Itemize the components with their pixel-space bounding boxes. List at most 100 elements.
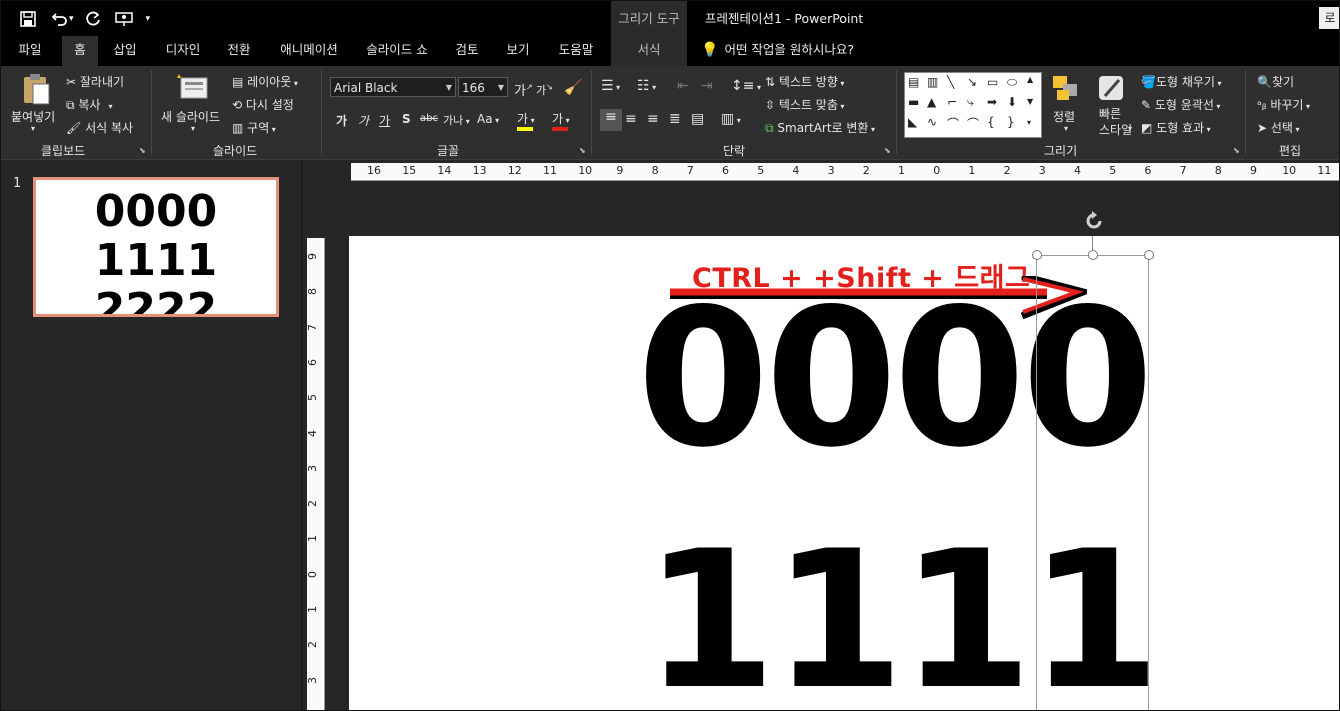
- distribute-icon[interactable]: ▤: [691, 111, 704, 127]
- right-brace-shape-icon[interactable]: }: [1007, 115, 1015, 129]
- tab-insert[interactable]: 삽입: [105, 36, 145, 66]
- font-name-combo[interactable]: Arial Black ▼: [330, 77, 456, 97]
- align-right-icon[interactable]: ≡: [647, 111, 659, 127]
- italic-button[interactable]: 가: [358, 112, 369, 129]
- shape-outline-button[interactable]: ✎ 도형 윤곽선 ▾: [1141, 96, 1220, 113]
- quick-styles-icon[interactable]: [1097, 72, 1127, 104]
- tab-home[interactable]: 홈: [62, 36, 98, 66]
- tab-transitions[interactable]: 전환: [219, 36, 259, 66]
- elbow-connector-shape-icon[interactable]: ⌐: [947, 95, 957, 109]
- paste-button[interactable]: 붙여넣기: [11, 108, 55, 125]
- customize-qat-icon[interactable]: ▾: [146, 14, 151, 24]
- shadow-button[interactable]: S: [402, 112, 411, 126]
- tab-review[interactable]: 검토: [447, 36, 487, 66]
- clear-format-icon[interactable]: 🧹: [564, 78, 583, 96]
- bullets-icon[interactable]: ☰ ▾: [601, 78, 620, 94]
- slide-canvas[interactable]: 0000 1111 CTRL + +Shift + 드래그: [349, 236, 1339, 710]
- justify-icon[interactable]: ≣: [669, 111, 681, 127]
- curve-shape-icon[interactable]: ⌒: [967, 115, 979, 132]
- elbow-arrow-shape-icon[interactable]: ⤷: [967, 95, 974, 110]
- shapes-gallery[interactable]: ▤ ▥ ╲ ↘ ▭ ⬭ ▬ ▲ ⌐ ⤷ ➡ ⬇ ◣ ∿ ⌒ ⌒ { } ▲ ▼ …: [904, 72, 1042, 138]
- arrange-icon[interactable]: [1051, 74, 1079, 102]
- signin-button[interactable]: 로: [1319, 7, 1339, 29]
- align-center-icon[interactable]: ≡: [625, 111, 637, 127]
- smartart-button[interactable]: ⧉ SmartArt로 변환 ▾: [765, 119, 875, 136]
- arrange-dropdown-icon[interactable]: ▾: [1064, 124, 1068, 133]
- slide-thumbnail[interactable]: 0000 1111 2222: [33, 177, 279, 317]
- vertical-textbox-shape-icon[interactable]: ▥: [927, 75, 938, 89]
- paste-dropdown-icon[interactable]: ▾: [31, 124, 35, 133]
- freeform-shape-icon[interactable]: ∿: [927, 115, 937, 129]
- font-size-combo[interactable]: 166 ▼: [458, 77, 508, 97]
- columns-icon[interactable]: ▥ ▾: [721, 111, 741, 127]
- line-shape-icon[interactable]: ╲: [947, 75, 954, 89]
- gallery-down-icon[interactable]: ▼: [1027, 97, 1033, 106]
- tab-slideshow[interactable]: 슬라이드 쇼: [357, 36, 437, 66]
- callout-shape-icon[interactable]: ◣: [908, 115, 917, 129]
- resize-handle[interactable]: [1088, 250, 1098, 260]
- arrange-button[interactable]: 정렬: [1053, 108, 1075, 125]
- tab-file[interactable]: 파일: [9, 36, 51, 66]
- tab-format[interactable]: 서식: [611, 36, 687, 66]
- select-button[interactable]: ➤ 선택 ▾: [1257, 119, 1300, 136]
- decrease-indent-icon[interactable]: ⇤: [677, 78, 689, 94]
- vertical-ruler[interactable]: 9 8 7 6 5 4 3 2 1 0 1 2 3: [306, 238, 325, 710]
- rounded-rect-shape-icon[interactable]: ▬: [908, 95, 919, 109]
- reset-button[interactable]: ⟲ 다시 설정: [232, 96, 294, 113]
- triangle-shape-icon[interactable]: ▲: [927, 95, 936, 109]
- format-painter-button[interactable]: 🖌 서식 복사: [66, 119, 133, 136]
- down-arrow-shape-icon[interactable]: ⬇: [1007, 95, 1017, 109]
- undo-icon[interactable]: [51, 10, 69, 28]
- resize-handle[interactable]: [1144, 250, 1154, 260]
- redo-icon[interactable]: [84, 10, 102, 28]
- bold-button[interactable]: 가: [336, 112, 347, 129]
- underline-button[interactable]: 가: [379, 112, 390, 129]
- numbering-icon[interactable]: ☷ ▾: [637, 78, 656, 94]
- drawing-launcher-icon[interactable]: ⬊: [1233, 146, 1240, 155]
- clipboard-launcher-icon[interactable]: ⬊: [139, 146, 146, 155]
- find-button[interactable]: 🔍찾기: [1257, 73, 1294, 90]
- resize-handle[interactable]: [1032, 250, 1042, 260]
- strikethrough-button[interactable]: abc: [420, 113, 438, 124]
- rectangle-shape-icon[interactable]: ▭: [987, 75, 998, 89]
- copy-button[interactable]: ⧉ 복사 ▾: [66, 96, 113, 113]
- textbox-shape-icon[interactable]: ▤: [908, 75, 919, 89]
- arc-shape-icon[interactable]: ⌒: [947, 115, 959, 132]
- layout-button[interactable]: ▤ 레이아웃 ▾: [232, 73, 298, 90]
- new-slide-dropdown-icon[interactable]: ▾: [191, 124, 195, 133]
- highlight-button[interactable]: 가 ▾: [517, 110, 535, 127]
- right-arrow-shape-icon[interactable]: ➡: [987, 95, 997, 109]
- text-direction-button[interactable]: ⇅ 텍스트 방향 ▾: [765, 73, 844, 90]
- pane-splitter[interactable]: [301, 160, 303, 710]
- replace-button[interactable]: ᵃᵦ 바꾸기 ▾: [1257, 96, 1310, 113]
- cut-button[interactable]: ✂ 잘라내기: [66, 73, 124, 90]
- change-case-button[interactable]: Aa ▾: [477, 112, 499, 126]
- tab-animations[interactable]: 애니메이션: [271, 36, 347, 66]
- shape-effects-button[interactable]: ◩ 도형 효과 ▾: [1141, 119, 1211, 136]
- line-spacing-icon[interactable]: ↕≡ ▾: [731, 78, 761, 94]
- rotate-handle-icon[interactable]: [1083, 210, 1105, 232]
- new-slide-button[interactable]: 새 슬라이드: [161, 108, 220, 125]
- present-from-start-icon[interactable]: [114, 10, 134, 28]
- font-color-button[interactable]: 가 ▾: [552, 110, 570, 127]
- section-button[interactable]: ▥ 구역 ▾: [232, 119, 276, 136]
- font-launcher-icon[interactable]: ⬊: [579, 146, 586, 155]
- selection-box[interactable]: [1036, 255, 1149, 710]
- tell-me-box[interactable]: 💡 어떤 작업을 원하시나요?: [701, 36, 854, 66]
- shape-fill-button[interactable]: 🪣도형 채우기 ▾: [1141, 73, 1222, 90]
- horizontal-ruler[interactable]: 16 15 14 13 12 11 10 9 8 7 6 5 4 3 2 1 0 1 2 3 4 5 6 7 8 9 10 11: [351, 163, 1339, 181]
- undo-dropdown-icon[interactable]: ▾: [69, 14, 74, 24]
- left-brace-shape-icon[interactable]: {: [987, 115, 995, 129]
- quick-styles-button[interactable]: 빠른 스타일: [1099, 106, 1135, 138]
- quick-styles-dropdown-icon[interactable]: ▾: [1128, 124, 1132, 133]
- tab-view[interactable]: 보기: [498, 36, 538, 66]
- shrink-font-button[interactable]: 가↘: [536, 82, 553, 98]
- align-text-button[interactable]: ⇳ 텍스트 맞춤 ▾: [765, 96, 844, 113]
- gallery-more-icon[interactable]: ▾: [1027, 118, 1031, 127]
- paragraph-launcher-icon[interactable]: ⬊: [884, 146, 891, 155]
- gallery-up-icon[interactable]: ▲: [1027, 75, 1033, 84]
- grow-font-button[interactable]: 가↗: [514, 80, 533, 99]
- tab-design[interactable]: 디자인: [156, 36, 210, 66]
- tab-help[interactable]: 도움말: [548, 36, 604, 66]
- oval-shape-icon[interactable]: ⬭: [1007, 75, 1017, 90]
